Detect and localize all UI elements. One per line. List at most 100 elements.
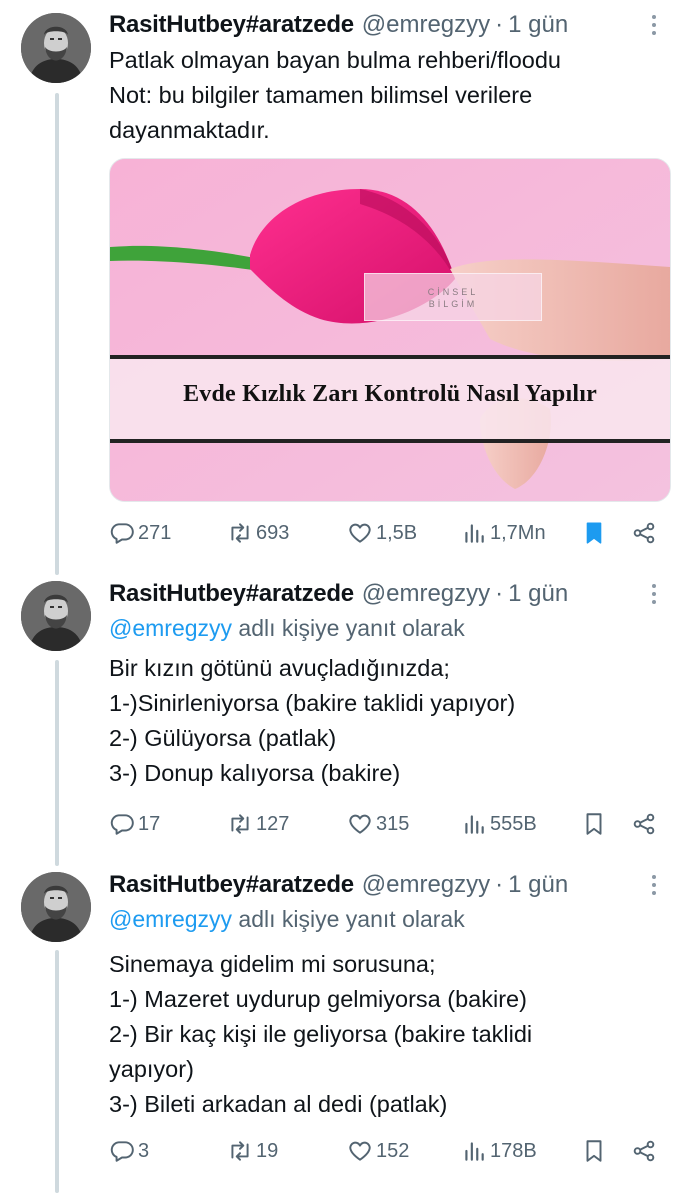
bookmark-button[interactable] <box>581 1134 607 1168</box>
share-icon <box>633 1140 655 1162</box>
view-count: 178B <box>490 1139 537 1162</box>
retweet-count: 693 <box>256 521 290 544</box>
tweet-text: Sinemaya gidelim mi sorusuna; 1-) Mazere… <box>109 947 669 1122</box>
retweet-icon <box>231 1141 249 1161</box>
reply-button[interactable]: 271 <box>109 516 171 550</box>
text-line: 2-) Bir kaç kişi ile geliyorsa (bakire t… <box>109 1021 533 1047</box>
brand-line: BİLGİM <box>428 299 478 309</box>
display-name[interactable]: RasitHutbey#aratzede <box>109 871 354 899</box>
media-brand-badge: CİNSEL BİLGİM <box>364 273 542 321</box>
avatar-image <box>21 13 91 83</box>
text-line: Not: bu bilgiler tamamen bilimsel verile… <box>109 82 533 108</box>
avatar[interactable] <box>21 872 91 942</box>
user-handle[interactable]: @emregzyy <box>362 580 490 608</box>
tweet[interactable]: RasitHutbey#aratzede @emregzyy · 1 gün @… <box>0 860 690 1193</box>
heart-icon <box>349 1141 371 1161</box>
reply-icon <box>110 1141 134 1162</box>
text-line: yapıyor) <box>109 1056 194 1082</box>
tweet-text: Patlak olmayan bayan bulma rehberi/flood… <box>109 43 669 148</box>
text-line: 3-) Bileti arkadan al dedi (patlak) <box>109 1091 448 1117</box>
reply-button[interactable]: 3 <box>109 1134 149 1168</box>
like-button[interactable]: 152 <box>347 1134 409 1168</box>
reply-icon <box>110 523 134 544</box>
heart-icon <box>349 814 371 834</box>
share-button[interactable] <box>631 1134 657 1168</box>
share-icon <box>633 813 655 835</box>
timestamp[interactable]: 1 gün <box>508 871 568 899</box>
text-line: Sinemaya gidelim mi sorusuna; <box>109 951 436 977</box>
separator-dot: · <box>495 11 504 38</box>
retweet-button[interactable]: 693 <box>227 516 289 550</box>
more-options-icon[interactable] <box>644 579 664 609</box>
tweet-text: Bir kızın götünü avuçladığınızda; 1-)Sin… <box>109 651 669 791</box>
share-button[interactable] <box>631 516 657 550</box>
like-count: 315 <box>376 812 410 835</box>
timestamp[interactable]: 1 gün <box>508 11 568 39</box>
reply-mention-link[interactable]: @emregzyy <box>109 615 232 641</box>
view-count: 1,7Mn <box>490 521 546 544</box>
separator-dot: · <box>495 871 504 898</box>
avatar-image <box>21 872 91 942</box>
retweet-icon <box>231 814 249 834</box>
views-button[interactable]: 555B <box>461 807 537 841</box>
tweet[interactable]: RasitHutbey#aratzede @emregzyy · 1 gün P… <box>0 0 690 570</box>
bookmark-icon <box>586 1140 602 1162</box>
reply-button[interactable]: 17 <box>109 807 160 841</box>
separator-dot: · <box>495 580 504 607</box>
brand-line: CİNSEL <box>427 287 479 297</box>
like-button[interactable]: 315 <box>347 807 409 841</box>
avatar[interactable] <box>21 581 91 651</box>
tweet-header: RasitHutbey#aratzede @emregzyy · 1 gün <box>109 8 670 42</box>
text-line: 1-)Sinirleniyorsa (bakire taklidi yapıyo… <box>109 690 516 716</box>
reply-icon <box>110 814 134 835</box>
media-title: Evde Kızlık Zarı Kontrolü Nasıl Yapılır <box>183 381 597 407</box>
user-handle[interactable]: @emregzyy <box>362 871 490 899</box>
retweet-button[interactable]: 19 <box>227 1134 278 1168</box>
tweet-media-image[interactable]: CİNSEL BİLGİM Evde Kızlık Zarı Kontrolü … <box>109 158 671 502</box>
retweet-count: 127 <box>256 812 290 835</box>
more-options-icon[interactable] <box>644 10 664 40</box>
like-count: 1,5B <box>376 521 418 544</box>
text-line: 1-) Mazeret uydurup gelmiyorsa (bakire) <box>109 986 527 1012</box>
text-line: Bir kızın götünü avuçladığınızda; <box>109 655 450 681</box>
timestamp[interactable]: 1 gün <box>508 580 568 608</box>
media-artwork <box>110 159 670 501</box>
share-button[interactable] <box>631 807 657 841</box>
tweet-actions: 271 693 1,5B 1,7Mn <box>109 516 665 550</box>
display-name[interactable]: RasitHutbey#aratzede <box>109 11 354 39</box>
heart-icon <box>349 523 371 543</box>
text-line: 2-) Gülüyorsa (patlak) <box>109 725 337 751</box>
views-button[interactable]: 1,7Mn <box>461 516 546 550</box>
reply-context-text: adlı kişiye yanıt olarak <box>232 615 465 641</box>
avatar-image <box>21 581 91 651</box>
avatar[interactable] <box>21 13 91 83</box>
bookmark-icon <box>586 813 602 835</box>
retweet-count: 19 <box>256 1139 279 1162</box>
reply-count: 271 <box>138 521 172 544</box>
retweet-button[interactable]: 127 <box>227 807 289 841</box>
like-count: 152 <box>376 1139 410 1162</box>
reply-mention-link[interactable]: @emregzyy <box>109 906 232 932</box>
tweet-actions: 3 19 152 178B <box>109 1134 665 1168</box>
display-name[interactable]: RasitHutbey#aratzede <box>109 580 354 608</box>
like-button[interactable]: 1,5B <box>347 516 417 550</box>
retweet-icon <box>231 523 249 543</box>
bookmark-button[interactable] <box>581 516 607 550</box>
text-line: 3-) Donup kalıyorsa (bakire) <box>109 760 401 786</box>
views-chart-icon <box>465 815 484 834</box>
reply-context-text: adlı kişiye yanıt olarak <box>232 906 465 932</box>
bookmark-filled-icon <box>586 522 602 544</box>
share-icon <box>633 522 655 544</box>
views-chart-icon <box>465 1142 484 1161</box>
reply-count: 3 <box>138 1139 150 1162</box>
text-line: Patlak olmayan bayan bulma rehberi/flood… <box>109 47 561 73</box>
text-line: dayanmaktadır. <box>109 117 270 143</box>
more-options-icon[interactable] <box>644 870 664 900</box>
reply-context: @emregzyy adlı kişiye yanıt olarak <box>109 906 465 933</box>
tweet[interactable]: RasitHutbey#aratzede @emregzyy · 1 gün @… <box>0 570 690 860</box>
views-chart-icon <box>465 524 484 543</box>
user-handle[interactable]: @emregzyy <box>362 11 490 39</box>
bookmark-button[interactable] <box>581 807 607 841</box>
tweet-actions: 17 127 315 555B <box>109 807 665 841</box>
views-button[interactable]: 178B <box>461 1134 537 1168</box>
